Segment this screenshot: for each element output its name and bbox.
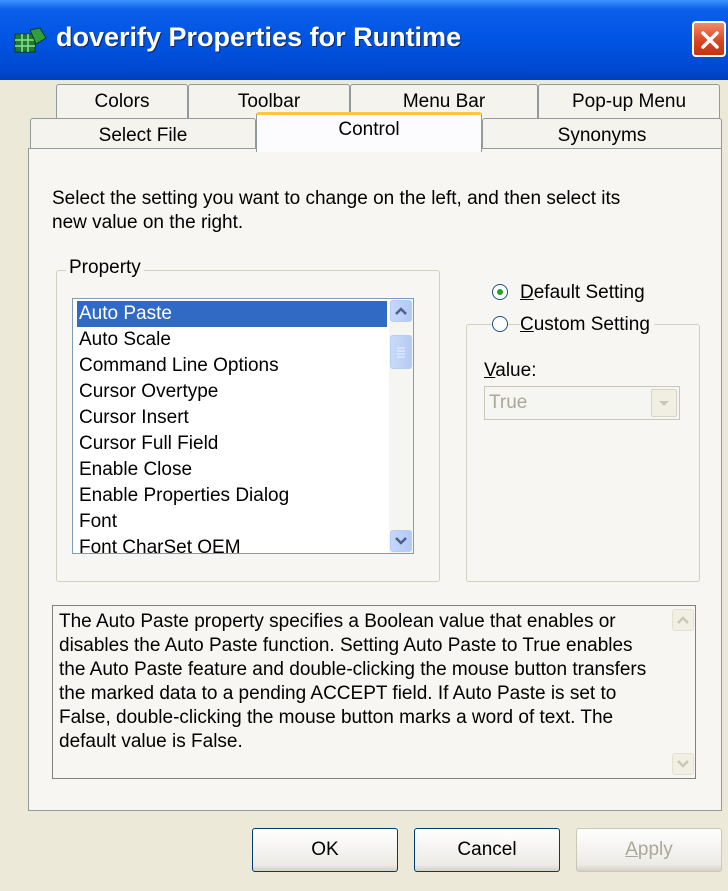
tab-control[interactable]: Control: [256, 112, 482, 152]
mnemonic-letter: D: [520, 282, 534, 303]
value-dropdown-selected: True: [489, 392, 528, 413]
ok-button[interactable]: OK: [252, 828, 398, 872]
grip-icon: [397, 347, 405, 358]
cancel-button[interactable]: Cancel: [414, 828, 560, 872]
default-setting-text: efault Setting: [533, 282, 645, 303]
dropdown-button[interactable]: [651, 389, 677, 417]
custom-setting-text: ustom Setting: [533, 314, 650, 335]
scroll-down-button[interactable]: [390, 530, 412, 552]
apply-button[interactable]: Apply: [576, 828, 722, 872]
chevron-up-icon: [395, 307, 407, 315]
window-title: doverify Properties for Runtime: [56, 22, 462, 52]
chevron-down-icon: [677, 760, 689, 768]
default-setting-label[interactable]: Default Setting: [520, 282, 645, 304]
scroll-thumb[interactable]: [390, 335, 412, 369]
custom-setting-radio[interactable]: [492, 316, 508, 332]
description-scrollbar[interactable]: [671, 606, 695, 778]
chevron-up-icon: [677, 616, 689, 624]
title-bar[interactable]: doverify Properties for Runtime: [0, 0, 728, 80]
default-setting-radio[interactable]: [492, 284, 508, 300]
list-item[interactable]: Cursor Insert: [77, 405, 387, 431]
value-label-text: alue:: [495, 360, 537, 381]
scroll-up-button[interactable]: [390, 300, 412, 322]
app-grid-icon: [14, 27, 47, 53]
property-list-scrollbar[interactable]: [389, 299, 413, 553]
list-item[interactable]: Command Line Options: [77, 353, 387, 379]
close-button[interactable]: [692, 21, 726, 57]
list-item[interactable]: Auto Scale: [77, 327, 387, 353]
description-text: The Auto Paste property specifies a Bool…: [59, 611, 647, 752]
mnemonic-letter: A: [625, 839, 638, 860]
property-group-legend: Property: [66, 257, 144, 279]
instructions-text: Select the setting you want to change on…: [52, 188, 621, 233]
value-dropdown[interactable]: True: [484, 386, 680, 420]
apply-button-text: pply: [637, 839, 673, 860]
radio-selected-dot: [497, 289, 503, 295]
list-item[interactable]: Font: [77, 509, 387, 535]
description-box: The Auto Paste property specifies a Bool…: [52, 605, 696, 779]
list-item[interactable]: Auto Paste: [77, 301, 387, 327]
list-item[interactable]: Enable Close: [77, 457, 387, 483]
tab-colors[interactable]: Colors: [56, 84, 188, 120]
value-label: Value:: [484, 360, 536, 382]
scroll-up-button[interactable]: [672, 609, 694, 631]
list-item[interactable]: Cursor Overtype: [77, 379, 387, 405]
property-listbox[interactable]: Auto Paste Auto Scale Command Line Optio…: [72, 298, 414, 554]
custom-setting-label[interactable]: Custom Setting: [520, 314, 654, 336]
chevron-down-icon: [659, 401, 669, 406]
mnemonic-letter: C: [520, 314, 534, 335]
scroll-down-button[interactable]: [672, 753, 694, 775]
close-icon: [701, 31, 719, 49]
mnemonic-letter: V: [484, 360, 496, 381]
tab-popup-menu[interactable]: Pop-up Menu: [538, 84, 720, 120]
list-item[interactable]: Enable Properties Dialog: [77, 483, 387, 509]
chevron-down-icon: [395, 537, 407, 545]
list-item[interactable]: Font CharSet OEM: [77, 535, 387, 553]
properties-dialog: doverify Properties for Runtime Colors T…: [0, 0, 728, 891]
list-item[interactable]: Cursor Full Field: [77, 431, 387, 457]
